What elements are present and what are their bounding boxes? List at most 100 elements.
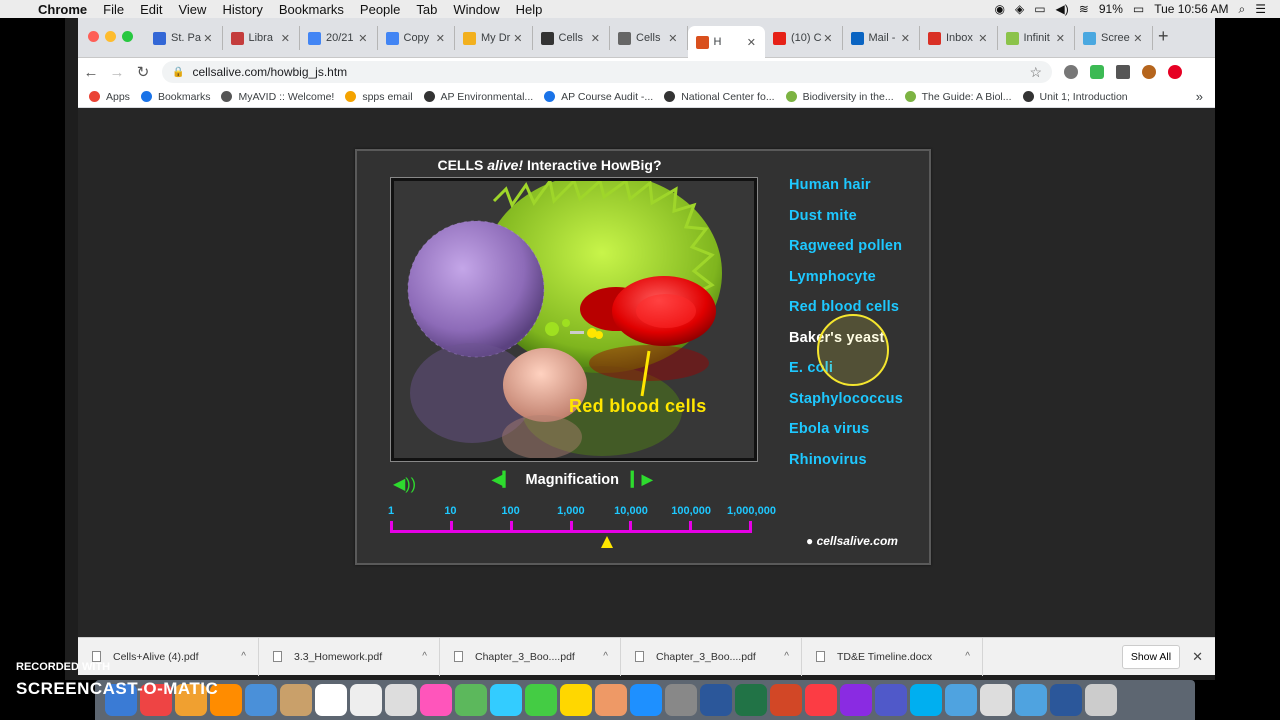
download-menu-chevron-icon[interactable]: ^: [603, 651, 608, 662]
menu-bookmarks[interactable]: Bookmarks: [271, 2, 352, 17]
cell-list-item[interactable]: Rhinovirus: [789, 452, 903, 483]
tab-11[interactable]: Infinit ✕: [998, 26, 1075, 50]
dock-app-icon[interactable]: [315, 684, 347, 716]
dock-app-icon[interactable]: [910, 684, 942, 716]
zoom-out-arrow-icon[interactable]: ◀▎: [492, 471, 514, 488]
cell-list-item[interactable]: Ragweed pollen: [789, 238, 903, 269]
dock-app-icon[interactable]: [630, 684, 662, 716]
status-record-icon[interactable]: ◉: [994, 2, 1004, 16]
close-tab-icon[interactable]: ✕: [978, 32, 987, 45]
bookmark-item[interactable]: Biodiversity in the...: [785, 91, 894, 103]
download-menu-chevron-icon[interactable]: ^: [422, 651, 427, 662]
dock-app-icon[interactable]: [595, 684, 627, 716]
bookmark-item[interactable]: AP Environmental...: [423, 91, 533, 103]
cell-list-item[interactable]: Dust mite: [789, 208, 903, 239]
speaker-icon[interactable]: ◀)): [393, 474, 416, 494]
dock-app-icon[interactable]: [840, 684, 872, 716]
bookmark-item[interactable]: Unit 1; Introduction: [1022, 91, 1128, 103]
menu-people[interactable]: People: [352, 2, 408, 17]
reading-list-icon[interactable]: [1116, 65, 1130, 79]
download-item[interactable]: 3.3_Homework.pdf ^: [259, 637, 440, 676]
close-tab-icon[interactable]: ✕: [203, 32, 212, 45]
close-window-button[interactable]: [88, 31, 99, 42]
menu-history[interactable]: History: [214, 2, 270, 17]
download-item[interactable]: Chapter_3_Boo....pdf ^: [621, 637, 802, 676]
download-item[interactable]: Chapter_3_Boo....pdf ^: [440, 637, 621, 676]
close-tab-icon[interactable]: ✕: [281, 32, 290, 45]
dock-app-icon[interactable]: [245, 684, 277, 716]
battery-icon[interactable]: ▭: [1133, 2, 1144, 16]
dock-app-icon[interactable]: [490, 684, 522, 716]
bookmark-item[interactable]: spps email: [345, 91, 413, 103]
dock-app-icon[interactable]: [350, 684, 382, 716]
reload-button[interactable]: ↻: [130, 63, 156, 81]
menu-app-name[interactable]: Chrome: [30, 2, 95, 17]
back-button[interactable]: ←: [78, 64, 104, 81]
extension-icon[interactable]: [1090, 65, 1104, 79]
menu-help[interactable]: Help: [508, 2, 551, 17]
cell-list-item[interactable]: Human hair: [789, 177, 903, 208]
menu-view[interactable]: View: [170, 2, 214, 17]
dock-app-icon[interactable]: [875, 684, 907, 716]
tab-6[interactable]: Cells ✕: [610, 26, 688, 50]
dock-app-icon[interactable]: [455, 684, 487, 716]
zoom-window-button[interactable]: [122, 31, 133, 42]
dock-app-icon[interactable]: [280, 684, 312, 716]
dock-app-icon[interactable]: [560, 684, 592, 716]
bookmark-item[interactable]: Bookmarks: [140, 91, 210, 103]
bookmarks-overflow-icon[interactable]: »: [1196, 89, 1203, 104]
dock-app-icon[interactable]: [1085, 684, 1117, 716]
site-credit[interactable]: ● cellsalive.com: [806, 534, 898, 548]
bookmark-item[interactable]: MyAVID :: Welcome!: [221, 91, 334, 103]
tab-0[interactable]: St. Pa ✕: [145, 26, 223, 50]
menu-file[interactable]: File: [95, 2, 132, 17]
menu-edit[interactable]: Edit: [132, 2, 170, 17]
dock-app-icon[interactable]: [525, 684, 557, 716]
lock-icon[interactable]: 🔒: [172, 67, 184, 78]
pinterest-icon[interactable]: [1168, 65, 1182, 79]
bookmark-item[interactable]: Apps: [89, 91, 130, 103]
download-menu-chevron-icon[interactable]: ^: [965, 651, 970, 662]
tab-2[interactable]: 20/21 ✕: [300, 26, 378, 50]
profile-avatar[interactable]: [1142, 65, 1156, 79]
magnification-scale[interactable]: 1 10 100 1,000 10,000 100,000 1,000,000: [388, 505, 776, 548]
menu-window[interactable]: Window: [445, 2, 507, 17]
dock-app-icon[interactable]: [385, 684, 417, 716]
dock-app-icon[interactable]: [665, 684, 697, 716]
close-tab-icon[interactable]: ✕: [591, 32, 600, 45]
tab-1[interactable]: Libra ✕: [223, 26, 300, 50]
dock-app-icon[interactable]: [980, 684, 1012, 716]
wifi-icon[interactable]: ≋: [1079, 2, 1089, 16]
close-downloads-icon[interactable]: ✕: [1192, 649, 1203, 665]
tab-7[interactable]: H ✕: [687, 26, 765, 58]
dock-app-icon[interactable]: [770, 684, 802, 716]
airplay-icon[interactable]: ▭: [1034, 2, 1045, 16]
download-menu-chevron-icon[interactable]: ^: [241, 651, 246, 662]
close-tab-icon[interactable]: ✕: [747, 36, 756, 49]
cell-list-item[interactable]: Lymphocyte: [789, 269, 903, 300]
dock-app-icon[interactable]: [700, 684, 732, 716]
close-tab-icon[interactable]: ✕: [1133, 32, 1142, 45]
dock-app-icon[interactable]: [945, 684, 977, 716]
menu-tab[interactable]: Tab: [408, 2, 445, 17]
vpn-icon[interactable]: ◈: [1015, 2, 1024, 16]
tab-4[interactable]: My Dr ✕: [455, 26, 533, 50]
dock-app-icon[interactable]: [805, 684, 837, 716]
address-bar[interactable]: 🔒 cellsalive.com/howbig_js.htm ☆: [162, 61, 1052, 83]
bookmark-item[interactable]: AP Course Audit -...: [544, 91, 653, 103]
bookmark-item[interactable]: National Center fo...: [664, 91, 775, 103]
bookmark-star-icon[interactable]: ☆: [1029, 64, 1042, 81]
extension-icon[interactable]: [1064, 65, 1078, 79]
download-item[interactable]: TD&E Timeline.docx ^: [802, 637, 983, 676]
tab-3[interactable]: Copy ✕: [378, 26, 455, 50]
forward-button[interactable]: →: [104, 64, 130, 81]
control-center-icon[interactable]: ☰: [1255, 2, 1266, 16]
show-all-downloads-button[interactable]: Show All: [1121, 644, 1181, 669]
close-tab-icon[interactable]: ✕: [901, 32, 910, 45]
scale-marker[interactable]: [601, 536, 614, 548]
tab-12[interactable]: Scree ✕: [1075, 26, 1153, 50]
tab-10[interactable]: Inbox ✕: [920, 26, 998, 50]
volume-icon[interactable]: ◀): [1056, 2, 1069, 16]
dock-app-icon[interactable]: [1015, 684, 1047, 716]
dock-app-icon[interactable]: [1050, 684, 1082, 716]
